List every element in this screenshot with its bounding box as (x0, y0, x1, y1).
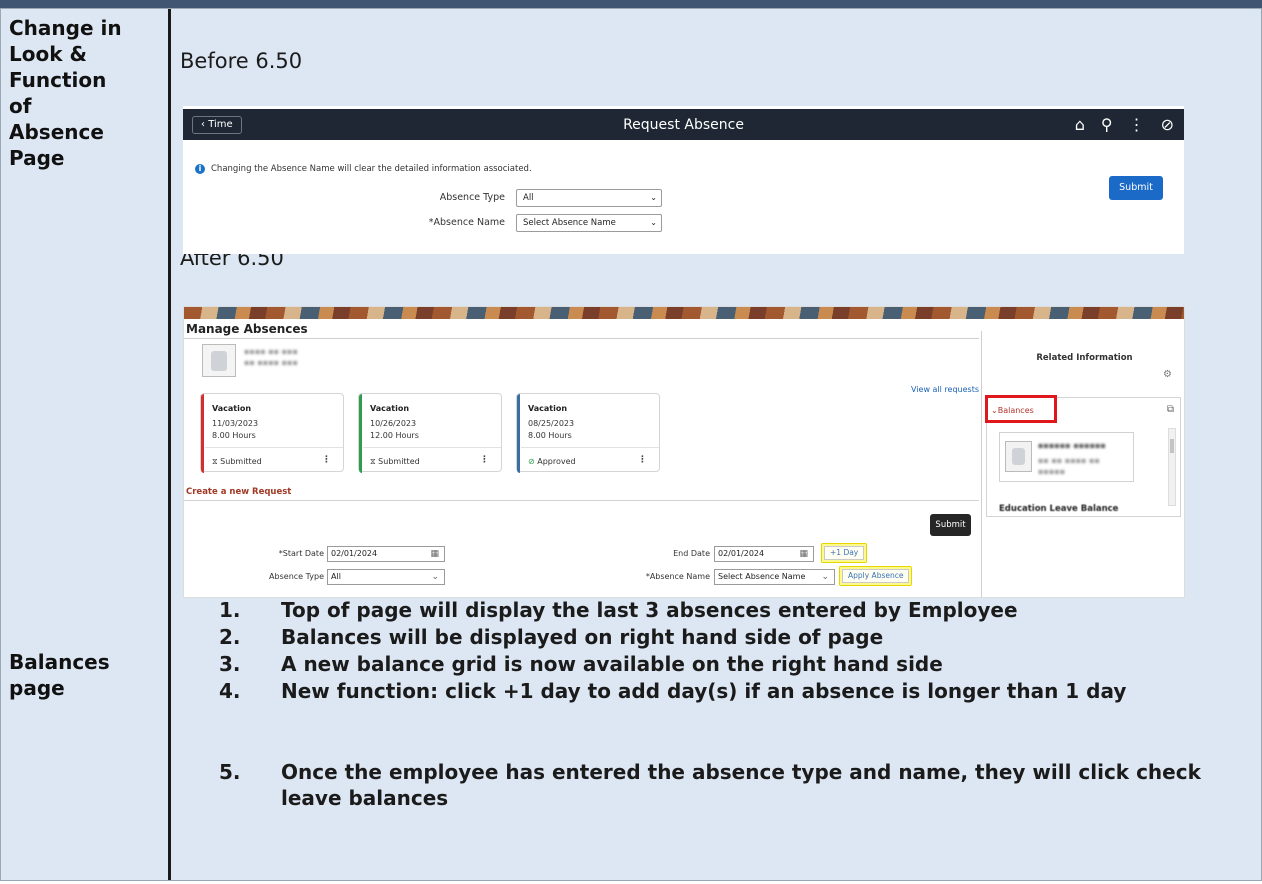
popout-icon[interactable]: ⧉ (1167, 404, 1174, 415)
scrollbar[interactable] (1168, 428, 1176, 506)
balances-label: Balances (997, 406, 1034, 415)
absence-type-value: All (523, 193, 534, 203)
column-divider (168, 9, 171, 880)
absence-type-select[interactable]: All ⌄ (327, 569, 445, 585)
page-title: Request Absence (623, 117, 744, 133)
approved-icon: ⊘ (528, 457, 535, 466)
row-label-change: Change in Look & Function of Absence Pag… (9, 16, 122, 170)
end-date-input[interactable]: 02/01/2024 ▦ (714, 546, 814, 562)
absence-type-label: Absence Type (269, 572, 324, 581)
blurred-employee-name: ▪▪▪▪ ▪▪ ▪▪▪ (244, 347, 298, 356)
card-date: 08/25/2023 (528, 419, 575, 428)
header-bar: ‹ Time Request Absence ⌂ ⚲ ⋮ ⊘ (183, 109, 1184, 140)
absence-card[interactable]: Vacation 11/03/2023 8.00 Hours ⧖ Submitt… (200, 393, 344, 473)
card-hours: 12.00 Hours (370, 431, 419, 440)
card-hours: 8.00 Hours (212, 431, 256, 440)
plus-one-day-button[interactable]: +1 Day (821, 543, 868, 563)
absence-name-label: *Absence Name (645, 572, 710, 581)
chevron-down-icon: ⌄ (650, 218, 657, 227)
hourglass-icon: ⧖ (212, 457, 218, 466)
card-accent (359, 394, 362, 473)
search-icon[interactable]: ⚲ (1101, 115, 1113, 134)
avatar (1005, 441, 1032, 472)
balances-section: ⌄Balances ⧉ ▪▪▪▪▪▪ ▪▪▪▪▪▪ ▪▪ ▪▪ ▪▪▪▪ ▪▪ … (985, 395, 1181, 517)
card-hours: 8.00 Hours (528, 431, 572, 440)
end-date-label: End Date (673, 549, 710, 558)
after-screenshot: Manage Absences ▪▪▪▪ ▪▪ ▪▪▪ ▪▪ ▪▪▪▪ ▪▪▪ … (183, 306, 1185, 598)
document-table: Change in Look & Function of Absence Pag… (0, 8, 1262, 881)
card-type: Vacation (370, 404, 410, 413)
absence-type-value: All (331, 572, 341, 581)
blurred-detail: ▪▪▪▪▪ (1038, 467, 1066, 476)
absence-name-label: *Absence Name (428, 217, 505, 228)
start-date-label: *Start Date (278, 549, 324, 558)
divider (184, 500, 979, 501)
row-label-balances: Balances page (9, 650, 110, 700)
gear-icon[interactable]: ⚙ (1163, 369, 1172, 380)
absence-type-select[interactable]: All ⌄ (516, 189, 662, 207)
info-icon: i (195, 164, 205, 174)
absence-name-value: Select Absence Name (718, 572, 806, 581)
before-heading: Before 6.50 (180, 49, 303, 73)
info-text: Changing the Absence Name will clear the… (211, 164, 532, 174)
related-information-panel: Related Information ⚙ ⌄Balances ⧉ ▪▪▪▪▪▪… (981, 331, 1184, 597)
chevron-down-icon: ⌄ (431, 572, 439, 582)
employee-avatar (202, 344, 236, 377)
card-date: 11/03/2023 (212, 419, 259, 428)
blurred-name: ▪▪▪▪▪▪ ▪▪▪▪▪▪ (1038, 441, 1106, 450)
info-message: i Changing the Absence Name will clear t… (195, 164, 532, 174)
submit-button[interactable]: Submit (930, 514, 971, 536)
card-type: Vacation (528, 404, 568, 413)
absence-card[interactable]: Vacation 10/26/2023 12.00 Hours ⧖ Submit… (358, 393, 502, 473)
top-border-bar (0, 0, 1262, 8)
absence-name-value: Select Absence Name (523, 218, 616, 228)
card-status: ⧖ Submitted (370, 457, 420, 466)
card-status: ⊘ Approved (528, 457, 576, 466)
navbar-icon[interactable]: ⊘ (1161, 115, 1174, 134)
plus-one-day-label: +1 Day (824, 546, 865, 560)
create-request-link[interactable]: Create a new Request (186, 487, 291, 497)
start-date-input[interactable]: 02/01/2024 ▦ (327, 546, 445, 562)
balance-employee-card: ▪▪▪▪▪▪ ▪▪▪▪▪▪ ▪▪ ▪▪ ▪▪▪▪ ▪▪ ▪▪▪▪▪ (999, 432, 1134, 482)
card-date: 10/26/2023 (370, 419, 417, 428)
apply-absence-button[interactable]: Apply Absence (839, 566, 913, 586)
card-type: Vacation (212, 404, 252, 413)
manage-absences-title: Manage Absences (186, 322, 308, 336)
calendar-icon[interactable]: ▦ (430, 547, 439, 561)
absence-name-select[interactable]: Select Absence Name ⌄ (516, 214, 662, 232)
more-actions-icon[interactable]: ⋮ (1129, 115, 1145, 134)
blurred-employee-dept: ▪▪ ▪▪▪▪ ▪▪▪ (244, 358, 298, 367)
chevron-down-icon: ⌄ (650, 193, 657, 202)
calendar-icon[interactable]: ▦ (799, 547, 808, 561)
decorative-banner (184, 307, 1184, 319)
absence-name-select[interactable]: Select Absence Name ⌄ (714, 569, 835, 585)
kebab-menu-icon[interactable]: ⋮ (322, 455, 331, 465)
chevron-down-icon: ⌄ (821, 572, 829, 582)
hourglass-icon: ⧖ (370, 457, 376, 466)
end-date-value: 02/01/2024 (718, 549, 765, 558)
card-accent (517, 394, 520, 473)
blurred-detail: ▪▪ ▪▪ ▪▪▪▪ ▪▪ (1038, 456, 1100, 465)
education-leave-balance-label: Education Leave Balance (999, 504, 1119, 514)
kebab-menu-icon[interactable]: ⋮ (480, 455, 489, 465)
absence-card[interactable]: Vacation 08/25/2023 8.00 Hours ⊘ Approve… (516, 393, 660, 473)
home-icon[interactable]: ⌂ (1075, 115, 1085, 134)
card-status: ⧖ Submitted (212, 457, 262, 466)
balances-toggle[interactable]: ⌄Balances (991, 406, 1034, 415)
submit-button[interactable]: Submit (1109, 176, 1163, 200)
kebab-menu-icon[interactable]: ⋮ (638, 455, 647, 465)
before-screenshot: ‹ Time Request Absence ⌂ ⚲ ⋮ ⊘ i Changin… (183, 106, 1184, 254)
card-accent (201, 394, 204, 473)
divider (184, 338, 979, 339)
apply-absence-label: Apply Absence (842, 569, 910, 583)
start-date-value: 02/01/2024 (331, 549, 378, 558)
view-all-requests-link[interactable]: View all requests (911, 385, 979, 394)
related-information-title: Related Information (1036, 353, 1133, 363)
absence-type-label: Absence Type (439, 192, 505, 203)
